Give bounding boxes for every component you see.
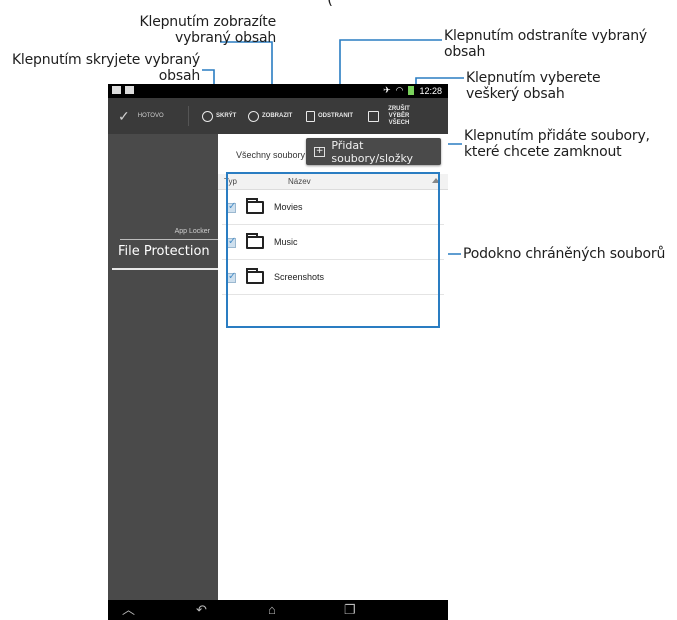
sidebar-item-file-protection[interactable]: File Protection (118, 244, 210, 259)
sort-asc-icon[interactable] (432, 178, 440, 183)
signal-icon: ✈ (383, 85, 391, 95)
callout-hide: Klepnutím skryjete vybraný obsah (4, 52, 200, 84)
eye-icon (248, 110, 259, 122)
nav-down-icon[interactable]: ︿ (122, 603, 135, 617)
done-button[interactable]: ✓ HOTOVO (118, 98, 164, 134)
folder-icon (246, 233, 264, 249)
sidebar-divider (120, 239, 218, 240)
row-name: Screenshots (274, 272, 325, 282)
action-bar: ✓ HOTOVO SKRÝT ZOBRAZIT ODSTRANIT ZRUŠIT… (108, 98, 448, 134)
sidebar: App Locker File Protection (108, 134, 218, 600)
notification-icon (112, 86, 121, 94)
status-right: ✈ ◠ 12:28 (383, 85, 442, 96)
hide-button[interactable]: SKRÝT (202, 98, 236, 134)
callout-hide-line1: Klepnutím skryjete vybraný (11, 52, 200, 68)
trash-icon (306, 110, 315, 122)
deselect-all-label-line2: VŠECH (388, 119, 410, 126)
hide-label: SKRÝT (216, 113, 237, 119)
add-file-icon: + (314, 145, 326, 157)
list-item[interactable]: Screenshots (222, 261, 444, 295)
add-files-button[interactable]: + Přidat soubory/složky (306, 138, 441, 165)
callout-add-line2: které chcete zamknout (464, 144, 622, 160)
check-icon: ✓ (118, 107, 130, 124)
deselect-all-label: ZRUŠIT VÝBĚR VŠECH (382, 106, 416, 127)
delete-label: ODSTRANIT (318, 113, 353, 119)
sidebar-group-label: App Locker (174, 228, 210, 235)
nav-home-icon[interactable]: ⌂ (268, 603, 276, 617)
list-header: Typ Název (218, 174, 448, 190)
row-name: Music (274, 237, 298, 247)
callout-hide-line2: obsah (158, 68, 200, 84)
callout-delete: Klepnutím odstraníte vybraný obsah (444, 28, 674, 60)
clock: 12:28 (419, 85, 442, 96)
callout-show: Klepnutím zobrazíte vybraný obsah (58, 14, 277, 46)
column-type[interactable]: Typ (224, 177, 237, 186)
row-name: Movies (274, 202, 303, 212)
eye-slash-icon (202, 110, 213, 122)
show-label: ZOBRAZIT (262, 113, 293, 119)
sidebar-selected-indicator (112, 268, 218, 270)
list-item[interactable]: Music (222, 226, 444, 260)
column-name[interactable]: Název (288, 177, 311, 186)
file-icon (125, 86, 134, 94)
show-button[interactable]: ZOBRAZIT (248, 98, 292, 134)
callout-add: Klepnutím přidáte soubory, které chcete … (464, 128, 674, 160)
action-bar-divider (188, 106, 189, 126)
callout-show-line1: Klepnutím zobrazíte (139, 14, 277, 30)
callout-select-all-line1: Klepnutím vyberete (466, 70, 601, 86)
status-bar: ✈ ◠ 12:28 (108, 84, 448, 98)
list-item[interactable]: Movies (222, 191, 444, 225)
nav-back-icon[interactable]: ↶ (196, 603, 207, 617)
callout-pane: Podokno chráněných souborů (463, 246, 666, 262)
callout-delete-line2: obsah (444, 44, 486, 60)
notification-icons (112, 86, 134, 94)
callout-select-all: Klepnutím vyberete veškerý obsah (466, 70, 666, 102)
navigation-bar: ︿ ↶ ⌂ ❐ (108, 600, 448, 620)
callout-show-line2: vybraný obsah (175, 30, 276, 46)
row-checkbox[interactable] (226, 271, 236, 283)
folder-icon (246, 268, 264, 284)
callout-select-all-line2: veškerý obsah (466, 86, 565, 102)
deselect-all-button[interactable]: ZRUŠIT VÝBĚR VŠECH (368, 98, 416, 134)
delete-button[interactable]: ODSTRANIT (306, 98, 353, 134)
deselect-all-label-line1: ZRUŠIT VÝBĚR (388, 105, 410, 119)
device-screen: ✈ ◠ 12:28 ✓ HOTOVO SKRÝT ZOBRAZIT ODSTRA… (108, 84, 448, 620)
folder-icon (246, 198, 264, 214)
cursor-select-icon (368, 110, 379, 122)
battery-icon (408, 86, 415, 95)
nav-recent-icon[interactable]: ❐ (344, 603, 356, 617)
filter-dropdown[interactable]: Všechny soubory (236, 150, 305, 160)
row-checkbox[interactable] (226, 201, 236, 213)
row-checkbox[interactable] (226, 236, 236, 248)
done-label: HOTOVO (137, 113, 164, 119)
wifi-icon: ◠ (395, 85, 404, 95)
add-files-label: Přidat soubory/složky (331, 138, 414, 165)
page-heading-fragment: ( (160, 0, 500, 7)
callout-delete-line1: Klepnutím odstraníte vybraný (444, 28, 648, 44)
file-pane: Všechny soubory + Přidat soubory/složky … (218, 134, 448, 600)
callout-add-line1: Klepnutím přidáte soubory, (464, 128, 650, 144)
